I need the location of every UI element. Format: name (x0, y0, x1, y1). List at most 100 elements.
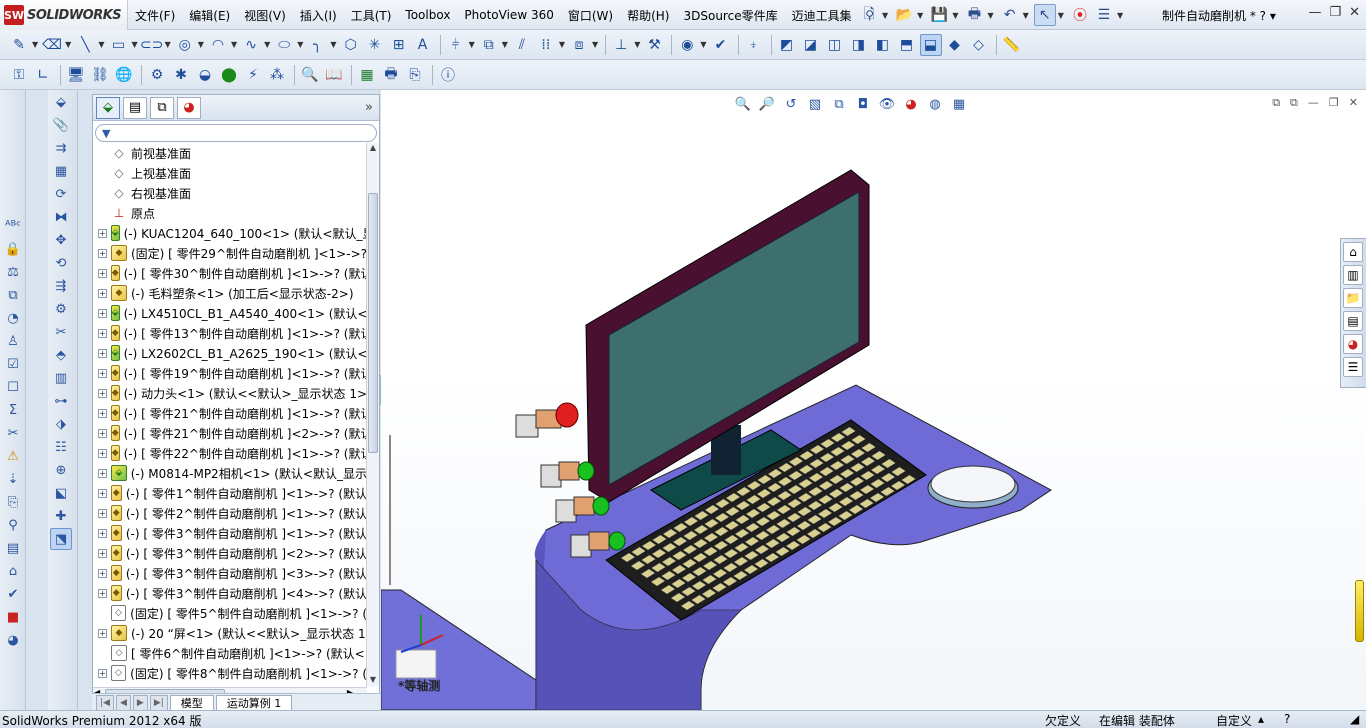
tree-item[interactable]: + ◆ (-) [ 零件3^制件自动磨削机 ]<3>->? (默认 (93, 563, 367, 583)
tab-nav-last-icon[interactable]: ▶| (149, 695, 168, 710)
move-entities-icon[interactable]: ⧈ (568, 34, 590, 56)
view-front-icon[interactable]: ◪ (800, 34, 822, 56)
expand-toggle-icon[interactable]: + (98, 428, 107, 438)
stack-icon[interactable]: ⧉ (2, 284, 24, 306)
pattern-icon[interactable]: ⁞⁞ (535, 34, 557, 56)
move-component-icon[interactable]: ✥ (50, 229, 72, 251)
dropdown-icon[interactable]: ▼ (634, 40, 640, 49)
sum-icon[interactable]: Σ (2, 399, 24, 421)
arrows-icon[interactable]: ⇉ (50, 137, 72, 159)
checkbox-empty-icon[interactable]: ☐ (2, 376, 24, 398)
scissors-icon[interactable]: ✂ (2, 422, 24, 444)
solidworks-logo[interactable]: SW SOLIDWORKS (0, 0, 128, 30)
checkbox-icon[interactable]: ☑ (2, 353, 24, 375)
mirror-icon[interactable]: ⫽ (511, 34, 533, 56)
traffic-light-icon[interactable]: ⦿ (1069, 4, 1091, 26)
abacus-icon[interactable]: ⁂ (266, 64, 288, 86)
add-icon[interactable]: ✚ (50, 505, 72, 527)
interference-icon[interactable]: ⬗ (50, 413, 72, 435)
graphics-viewport[interactable]: 🔍 🔎 ↺ ▧ ⧉ ◘ 👁 ◕ ◍ ▦ ⧉ ⧉ — ❐ ✕ ⌂ ▥ 📁 ▤ ◕ … (381, 90, 1366, 710)
property-manager-tab-icon[interactable]: ▤ (123, 96, 147, 119)
printer-icon[interactable]: 🖶 (380, 64, 402, 86)
new-dropdown-icon[interactable]: ▼ (882, 11, 888, 20)
options-dropdown-icon[interactable]: ▼ (1117, 11, 1123, 20)
view-trimetric-icon[interactable]: ⬓ (919, 33, 942, 56)
book-icon[interactable]: 📖 (323, 64, 345, 86)
expand-toggle-icon[interactable]: + (98, 488, 107, 498)
dropdown-icon[interactable]: ▼ (98, 40, 104, 49)
settings-icon[interactable]: ✱ (170, 64, 192, 86)
select-dropdown-icon[interactable]: ▼ (1058, 11, 1064, 20)
dropdown-icon[interactable]: ▼ (502, 40, 508, 49)
rapid-sketch-icon[interactable]: ◉ (676, 34, 698, 56)
dropdown-icon[interactable]: ▼ (330, 40, 336, 49)
paperclip-icon[interactable]: 📎 (50, 114, 72, 136)
tree-item[interactable]: + ◆ (-) [ 零件22^制件自动磨削机 ]<1>->? (默认 (93, 443, 367, 463)
tree-icon[interactable]: ⊶ (50, 390, 72, 412)
viewport-scroll-indicator[interactable] (1355, 580, 1364, 642)
tab-nav-prev-icon[interactable]: ◀ (115, 695, 131, 710)
menu-view[interactable]: 视图(V) (237, 7, 293, 24)
undo-dropdown-icon[interactable]: ▼ (1023, 11, 1029, 20)
options-icon[interactable]: ☰ (1093, 4, 1115, 26)
new-document-icon[interactable]: 🗋 (858, 4, 880, 26)
weld-icon[interactable]: ⬕ (50, 482, 72, 504)
expand-toggle-icon[interactable]: + (98, 408, 107, 418)
tree-item[interactable]: ◇ (固定) [ 零件5^制件自动磨削机 ]<1>->? ( (93, 603, 367, 623)
info-icon[interactable]: ⓘ (437, 64, 459, 86)
expand-toggle-icon[interactable]: + (98, 348, 107, 358)
tab-nav-first-icon[interactable]: |◀ (96, 695, 114, 710)
reference-geometry-icon[interactable]: ⍖ (743, 34, 765, 56)
save-icon[interactable]: 💾 (928, 4, 950, 26)
tree-item[interactable]: + ⬙ (-) LX2602CL_B1_A2625_190<1> (默认<显 (93, 343, 367, 363)
view-left-icon[interactable]: ◨ (848, 34, 870, 56)
tree-item[interactable]: + ◆ (-) [ 零件13^制件自动磨削机 ]<1>->? (默认 (93, 323, 367, 343)
help-button[interactable]: ? (1260, 9, 1266, 23)
minimize-button[interactable]: — (1308, 5, 1321, 20)
menu-file[interactable]: 文件(F) (128, 7, 182, 24)
dropdown-icon[interactable]: ▼ (165, 40, 171, 49)
expand-toggle-icon[interactable]: + (98, 548, 107, 558)
line-icon[interactable]: ╲ (74, 34, 96, 56)
key-icon[interactable]: ⚿ (8, 64, 30, 86)
tree-item[interactable]: + ◆ (-) [ 零件19^制件自动磨削机 ]<1>->? (默认 (93, 363, 367, 383)
arc-icon[interactable]: ◠ (207, 34, 229, 56)
tree-item[interactable]: + ⬙ (-) M0814-MP2相机<1> (默认<默认_显示 (93, 463, 367, 483)
feature-icon[interactable]: ⬘ (50, 344, 72, 366)
smart-dimension-icon[interactable]: ✎ (8, 34, 30, 56)
view-palette-icon[interactable]: ▤ (1343, 311, 1363, 331)
tab-model[interactable]: 模型 (169, 695, 214, 710)
tree-item[interactable]: + ◆ (-) 20 “屏<1> (默认<<默认>_显示状态 1 (93, 623, 367, 643)
spline-icon[interactable]: ∿ (240, 34, 262, 56)
menu-edit[interactable]: 编辑(E) (182, 7, 237, 24)
export-icon[interactable]: ⎘ (404, 64, 426, 86)
polygon-icon[interactable]: ⬡ (340, 34, 362, 56)
point-icon[interactable]: ✳ (364, 34, 386, 56)
tree-item[interactable]: + ◆ (-) [ 零件3^制件自动磨削机 ]<2>->? (默认 (93, 543, 367, 563)
view-top-icon[interactable]: ⬒ (896, 34, 918, 56)
chart-icon[interactable]: ▤ (2, 537, 24, 559)
warning-icon[interactable]: ⚠ (2, 445, 24, 467)
configuration-tab-icon[interactable]: ⧉ (150, 96, 174, 119)
insert-component-icon[interactable]: ⬙ (50, 91, 72, 113)
explode-icon[interactable]: ⇶ (50, 275, 72, 297)
red-block-icon[interactable]: ■ (2, 606, 24, 628)
dropdown-icon[interactable]: ▼ (131, 40, 137, 49)
expand-toggle-icon[interactable]: + (98, 588, 107, 598)
tree-item[interactable]: + ⬙ (-) KUAC1204_640_100<1> (默认<默认_显 (93, 223, 367, 243)
ellipse-icon[interactable]: ⬭ (273, 34, 295, 56)
file-explorer-icon[interactable]: 📁 (1343, 288, 1363, 308)
trim-icon[interactable]: ⫩ (445, 34, 467, 56)
tree-item[interactable]: + ◆ (-) 动力头<1> (默认<<默认>_显示状态 1> (93, 383, 367, 403)
graph-icon[interactable]: ⚲ (2, 514, 24, 536)
mate-icon[interactable]: ⧓ (50, 206, 72, 228)
expand-toggle-icon[interactable]: + (98, 368, 107, 378)
scroll-up-icon[interactable]: ▲ (367, 143, 379, 155)
monitor-icon[interactable]: 🖥 (65, 64, 87, 86)
custom-properties-icon[interactable]: ☰ (1343, 357, 1363, 377)
menu-photoview[interactable]: PhotoView 360 (457, 8, 560, 22)
open-dropdown-icon[interactable]: ▼ (917, 11, 923, 20)
dropdown-icon[interactable]: ▼ (700, 40, 706, 49)
measure-icon[interactable]: 📏 (1001, 34, 1023, 56)
design-library-icon[interactable]: ▥ (1343, 265, 1363, 285)
